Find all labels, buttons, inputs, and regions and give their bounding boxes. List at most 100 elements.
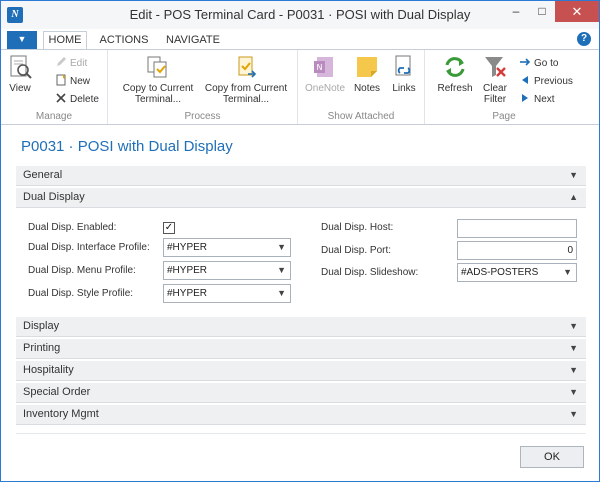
new-button-label: New bbox=[70, 76, 91, 87]
group-label-process: Process bbox=[184, 111, 221, 122]
copy-from-label: Copy from Current Terminal... bbox=[204, 83, 288, 105]
dual-disp-menu-profile-label: Dual Disp. Menu Profile: bbox=[28, 265, 136, 276]
tab-navigate[interactable]: NAVIGATE bbox=[161, 32, 225, 49]
chevron-down-icon: ▼ bbox=[569, 321, 578, 331]
close-button[interactable]: ✕ bbox=[555, 1, 599, 22]
dual-disp-port-label: Dual Disp. Port: bbox=[321, 245, 392, 256]
new-button[interactable]: New bbox=[55, 74, 90, 90]
dual-disp-interface-profile-value: #HYPER bbox=[167, 242, 208, 253]
page-title: P0031 · POSI with Dual Display bbox=[21, 138, 233, 155]
dual-disp-interface-profile-select[interactable]: #HYPER ▼ bbox=[163, 238, 291, 257]
group-label-show-attached: Show Attached bbox=[327, 111, 395, 122]
edit-button-label: Edit bbox=[70, 58, 88, 69]
dual-disp-interface-profile-label: Dual Disp. Interface Profile: bbox=[28, 242, 150, 253]
app-menu-button[interactable]: ▼ bbox=[7, 31, 37, 49]
dual-disp-menu-profile-value: #HYPER bbox=[167, 265, 208, 276]
pencil-icon bbox=[57, 57, 66, 66]
chevron-down-icon: ▼ bbox=[563, 267, 572, 277]
group-label-page: Page bbox=[492, 111, 516, 122]
previous-button[interactable]: Previous bbox=[519, 74, 573, 90]
ribbon-group-process: Copy to Current Terminal... Copy from Cu… bbox=[108, 50, 298, 124]
clear-filter-button[interactable]: Clear Filter bbox=[477, 54, 513, 105]
copy-from-icon bbox=[238, 56, 257, 78]
next-label: Next bbox=[534, 94, 555, 105]
ribbon-tab-bar: ▼ HOME ACTIONS NAVIGATE ? bbox=[1, 29, 599, 49]
fasttab-special-order[interactable]: Special Order ▼ bbox=[16, 383, 586, 403]
triangle-right-icon bbox=[522, 94, 528, 102]
copy-to-icon bbox=[147, 56, 167, 78]
help-icon[interactable]: ? bbox=[577, 32, 591, 46]
tab-actions[interactable]: ACTIONS bbox=[97, 32, 151, 49]
fasttab-inventory-mgmt[interactable]: Inventory Mgmt ▼ bbox=[16, 405, 586, 425]
chevron-down-icon: ▼ bbox=[569, 409, 578, 419]
delete-button-label: Delete bbox=[70, 94, 99, 105]
copy-from-current-terminal-button[interactable]: Copy from Current Terminal... bbox=[202, 54, 290, 105]
svg-text:N: N bbox=[317, 63, 323, 72]
dual-disp-style-profile-select[interactable]: #HYPER ▼ bbox=[163, 284, 291, 303]
onenote-icon: N bbox=[314, 57, 333, 77]
chevron-down-icon: ▼ bbox=[569, 365, 578, 375]
triangle-left-icon bbox=[522, 76, 528, 84]
dual-disp-enabled-checkbox[interactable]: ✓ bbox=[163, 222, 175, 234]
fasttab-hospitality[interactable]: Hospitality ▼ bbox=[16, 361, 586, 381]
fasttab-inventory-mgmt-label: Inventory Mgmt bbox=[23, 408, 99, 420]
chevron-down-icon: ▼ bbox=[277, 242, 286, 252]
group-label-manage: Manage bbox=[35, 111, 73, 122]
maximize-button[interactable]: □ bbox=[529, 1, 555, 22]
dual-disp-host-input[interactable] bbox=[457, 219, 577, 238]
delete-x-icon bbox=[56, 93, 66, 103]
dual-disp-slideshow-select[interactable]: #ADS-POSTERS ▼ bbox=[457, 263, 577, 282]
chevron-down-icon: ▼ bbox=[569, 170, 578, 180]
onenote-button[interactable]: N OneNote bbox=[304, 54, 346, 94]
arrow-right-icon bbox=[520, 58, 531, 66]
minimize-button[interactable]: – bbox=[503, 1, 529, 22]
previous-label: Previous bbox=[534, 76, 573, 87]
chevron-down-icon: ▼ bbox=[569, 387, 578, 397]
fasttab-general-label: General bbox=[23, 169, 63, 181]
ribbon-group-manage: View Edit New Delete Manage bbox=[1, 50, 108, 124]
onenote-label: OneNote bbox=[304, 83, 346, 94]
notes-button[interactable]: Notes bbox=[350, 54, 384, 94]
fasttab-dual-display[interactable]: Dual Display ▲ bbox=[16, 188, 586, 208]
dual-disp-menu-profile-select[interactable]: #HYPER ▼ bbox=[163, 261, 291, 280]
chevron-down-icon: ▼ bbox=[569, 343, 578, 353]
fasttab-display[interactable]: Display ▼ bbox=[16, 317, 586, 337]
notes-icon bbox=[357, 57, 377, 77]
fasttab-hospitality-label: Hospitality bbox=[23, 364, 74, 376]
copy-to-current-terminal-button[interactable]: Copy to Current Terminal... bbox=[116, 54, 200, 105]
chevron-down-icon: ▼ bbox=[277, 265, 286, 275]
dual-disp-slideshow-value: #ADS-POSTERS bbox=[461, 267, 539, 278]
dual-display-section: Dual Disp. Enabled: ✓ Dual Disp. Interfa… bbox=[16, 209, 586, 314]
edit-button[interactable]: Edit bbox=[55, 56, 87, 72]
fasttab-printing[interactable]: Printing ▼ bbox=[16, 339, 586, 359]
delete-button[interactable]: Delete bbox=[55, 92, 99, 108]
footer-divider bbox=[16, 433, 586, 434]
links-icon bbox=[395, 55, 411, 76]
app-window: N Edit - POS Terminal Card - P0031 · POS… bbox=[0, 0, 600, 482]
clear-filter-label: Clear Filter bbox=[483, 83, 507, 105]
refresh-icon bbox=[445, 57, 465, 77]
dual-disp-style-profile-value: #HYPER bbox=[167, 288, 208, 299]
title-bar: N Edit - POS Terminal Card - P0031 · POS… bbox=[1, 1, 599, 29]
view-button[interactable]: View bbox=[5, 54, 35, 94]
ribbon-group-page: Refresh Clear Filter Go to Previous Next… bbox=[425, 50, 583, 124]
go-to-button[interactable]: Go to bbox=[519, 56, 558, 72]
fasttab-display-label: Display bbox=[23, 320, 60, 332]
fasttab-general[interactable]: General ▼ bbox=[16, 166, 586, 186]
refresh-button[interactable]: Refresh bbox=[435, 54, 475, 94]
clear-filter-icon bbox=[485, 57, 506, 77]
refresh-label: Refresh bbox=[437, 83, 473, 94]
ok-button[interactable]: OK bbox=[520, 446, 584, 468]
dual-disp-port-input[interactable]: 0 bbox=[457, 241, 577, 260]
fasttab-dual-display-label: Dual Display bbox=[23, 191, 85, 203]
links-button[interactable]: Links bbox=[388, 54, 420, 94]
chevron-down-icon: ▼ bbox=[277, 288, 286, 298]
view-icon bbox=[10, 55, 32, 79]
tab-home[interactable]: HOME bbox=[43, 31, 87, 49]
fasttab-printing-label: Printing bbox=[23, 342, 61, 354]
dual-disp-style-profile-label: Dual Disp. Style Profile: bbox=[28, 288, 134, 299]
new-document-icon bbox=[56, 74, 66, 86]
next-button[interactable]: Next bbox=[519, 92, 555, 108]
fasttab-special-order-label: Special Order bbox=[23, 386, 91, 398]
notes-label: Notes bbox=[353, 83, 381, 94]
